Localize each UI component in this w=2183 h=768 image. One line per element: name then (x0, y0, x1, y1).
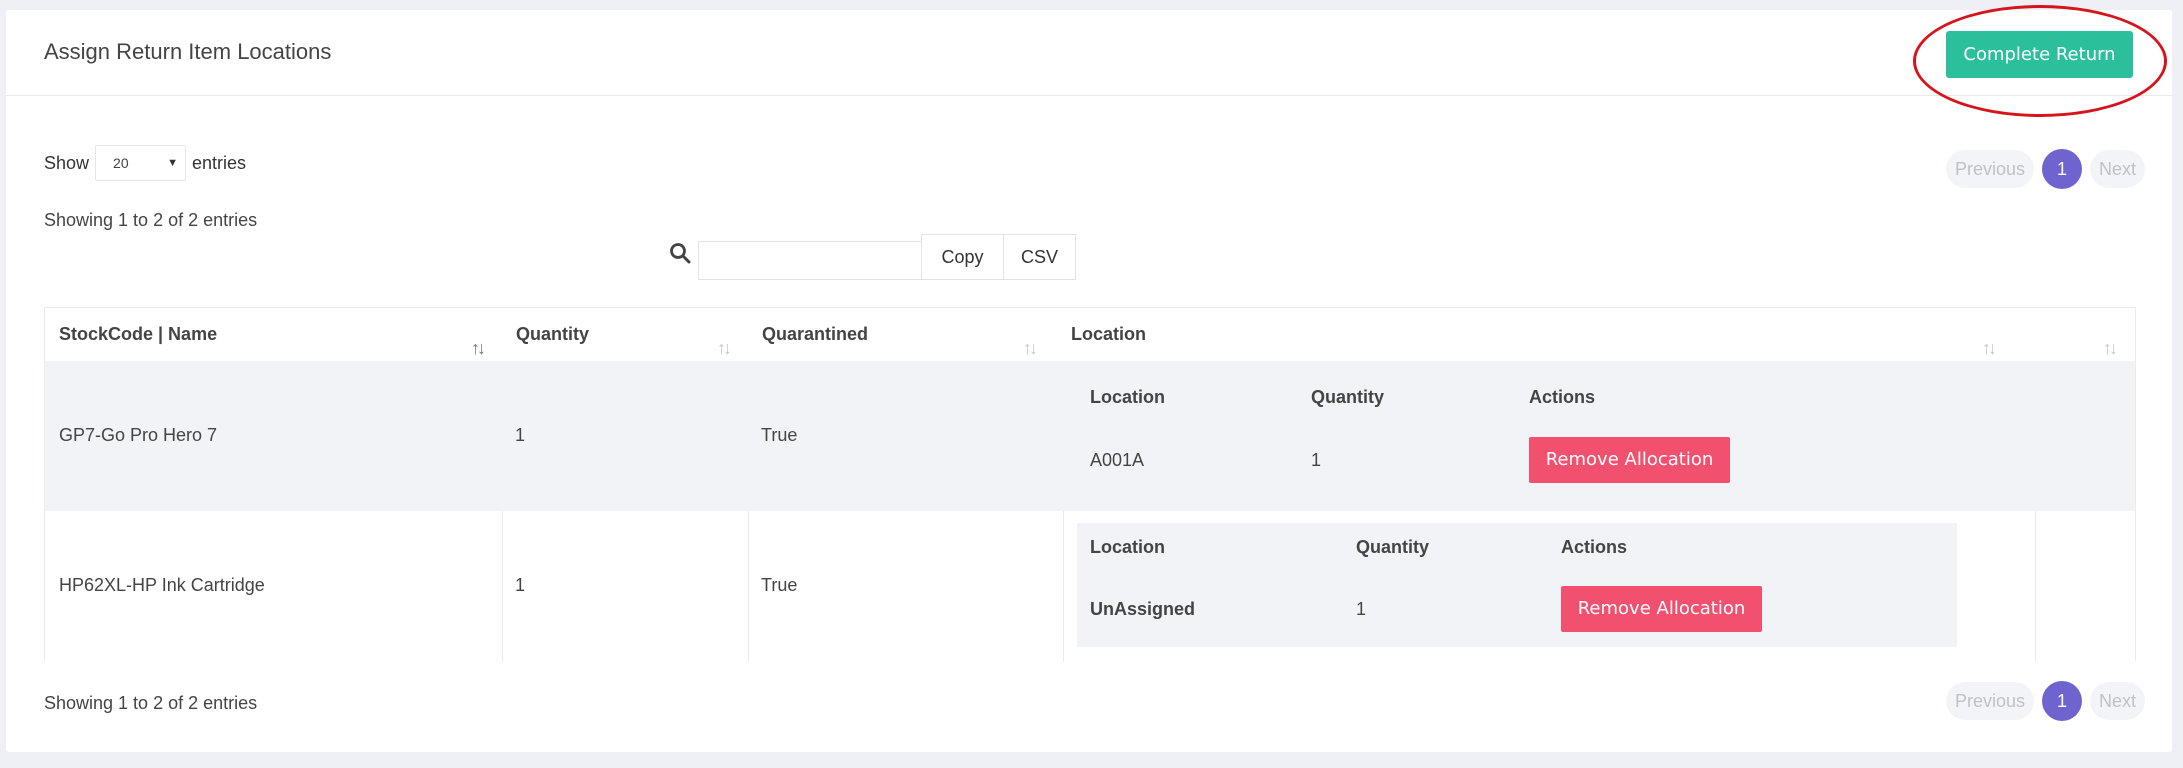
return-card: Assign Return Item Locations Complete Re… (6, 5, 2172, 752)
allocation-quantity-header: Quantity (1311, 387, 1385, 407)
search-input[interactable] (698, 241, 922, 280)
column-header-stockcode[interactable]: StockCode | Name ↑↓ (45, 308, 502, 361)
stock-cell: HP62XL-HP Ink Cartridge (59, 575, 265, 595)
allocation-quantity: 1 (1311, 450, 1322, 470)
card-header: Assign Return Item Locations Complete Re… (6, 5, 2172, 117)
page-length-value: 20 (113, 155, 129, 171)
search-icon (670, 243, 691, 264)
allocation-subtable: Location Quantity Actions UnAssigned 1 R… (1077, 523, 1957, 647)
allocation-actions-header: Actions (1561, 537, 1628, 557)
allocation-actions-header: Actions (1529, 387, 1596, 407)
allocation-location: UnAssigned (1090, 599, 1196, 619)
pagination-bottom: Previous 1 Next (1946, 681, 2146, 721)
length-prefix: Show (44, 152, 90, 173)
column-label: Quantity (516, 324, 590, 344)
caret-down-icon: ▼ (167, 157, 179, 169)
length-menu: Show 20 ▼ entries (44, 145, 246, 181)
column-label: Location (1071, 324, 1146, 344)
table-info-bottom: Showing 1 to 2 of 2 entries (44, 693, 258, 713)
return-items-table: StockCode | Name ↑↓ Quantity ↑↓ Quaranti… (44, 307, 2136, 662)
copy-button[interactable]: Copy (921, 234, 1004, 280)
column-divider (748, 511, 749, 662)
quarantined-cell: True (761, 425, 798, 445)
column-divider (1063, 511, 1064, 662)
page-1-button[interactable]: 1 (2042, 149, 2083, 189)
allocation-location-header: Location (1090, 537, 1165, 557)
pagination-top: Previous 1 Next (1946, 149, 2146, 189)
column-label: StockCode | Name (59, 324, 218, 344)
column-divider (502, 511, 503, 662)
allocation-quantity-header: Quantity (1356, 537, 1430, 557)
quantity-cell: 1 (515, 425, 526, 445)
previous-button[interactable]: Previous (1946, 682, 2035, 720)
column-header-quantity[interactable]: Quantity ↑↓ (502, 308, 748, 361)
allocation-location: A001A (1090, 450, 1145, 470)
page-length-select[interactable]: 20 ▼ (95, 145, 187, 181)
column-header-quarantined[interactable]: Quarantined ↑↓ (748, 308, 1057, 361)
column-header-blank[interactable]: ↑↓ (2035, 308, 2135, 361)
column-label: Quarantined (762, 324, 869, 344)
complete-return-button[interactable]: Complete Return (1946, 31, 2133, 78)
page-title: Assign Return Item Locations (44, 39, 332, 64)
csv-button[interactable]: CSV (1003, 234, 1076, 280)
next-button[interactable]: Next (2090, 150, 2146, 188)
previous-button[interactable]: Previous (1946, 150, 2035, 188)
next-button[interactable]: Next (2090, 682, 2146, 720)
remove-allocation-button[interactable]: Remove Allocation (1561, 586, 1762, 632)
table-info-top: Showing 1 to 2 of 2 entries (44, 210, 258, 230)
column-header-location[interactable]: Location ↑↓ (1057, 308, 2015, 361)
stock-cell: GP7-Go Pro Hero 7 (59, 425, 218, 445)
quantity-cell: 1 (515, 575, 526, 595)
allocation-location-header: Location (1090, 387, 1165, 407)
allocation-quantity: 1 (1356, 599, 1367, 619)
table-row: HP62XL-HP Ink Cartridge 1 True Location … (45, 511, 2135, 662)
table-row: GP7-Go Pro Hero 7 1 True Location Quanti… (45, 361, 2135, 511)
length-suffix: entries (192, 152, 247, 173)
remove-allocation-button[interactable]: Remove Allocation (1529, 437, 1730, 483)
quarantined-cell: True (761, 575, 798, 595)
page-1-button[interactable]: 1 (2042, 681, 2083, 721)
column-divider (2035, 511, 2036, 662)
